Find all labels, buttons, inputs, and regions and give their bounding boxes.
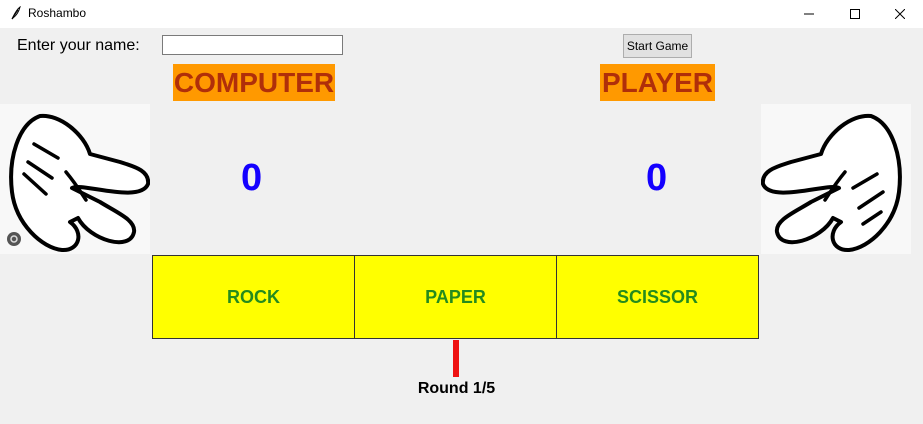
maximize-button[interactable] [832,0,878,28]
minimize-button[interactable] [786,0,832,28]
close-button[interactable] [877,0,923,28]
computer-hand-image [0,104,150,254]
minimize-icon [804,13,814,15]
title-bar: Roshambo [0,0,923,28]
paper-button[interactable]: PAPER [354,255,557,339]
round-indicator-bar [453,340,459,377]
name-input[interactable] [162,35,343,55]
rock-button[interactable]: ROCK [152,255,355,339]
scissors-hand-icon [761,113,902,252]
player-header: PLAYER [600,64,715,101]
start-game-button[interactable]: Start Game [623,34,692,58]
scissors-hand-icon [7,113,150,252]
round-label: Round 1/5 [417,380,496,397]
scissor-button[interactable]: SCISSOR [556,255,759,339]
player-score: 0 [646,157,668,199]
name-label: Enter your name: [17,37,140,54]
computer-score: 0 [241,157,263,199]
feather-icon [11,6,21,20]
close-icon [895,9,905,19]
computer-header: COMPUTER [173,64,335,101]
choice-buttons: ROCK PAPER SCISSOR [152,255,759,339]
window-title: Roshambo [28,6,87,20]
player-hand-image [761,104,911,254]
maximize-icon [850,9,860,19]
